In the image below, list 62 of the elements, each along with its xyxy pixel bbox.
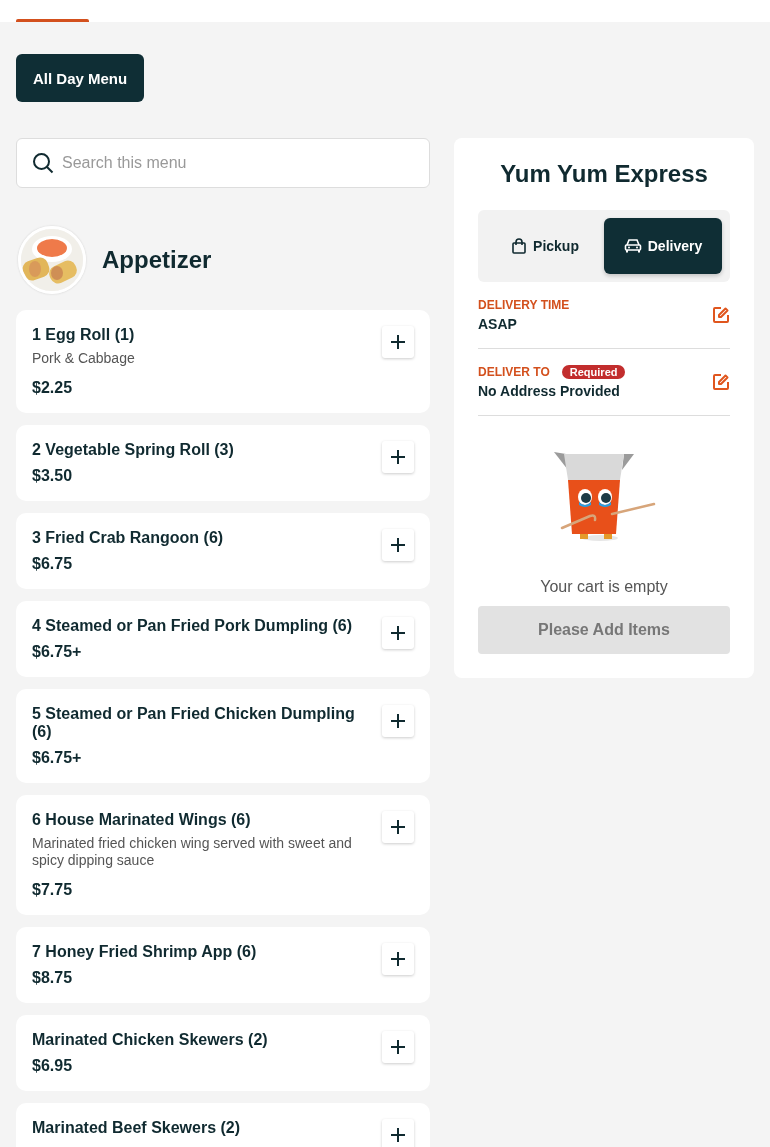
plus-icon <box>390 951 406 967</box>
add-button[interactable] <box>382 326 414 358</box>
order-mode-tab[interactable]: Pickup <box>486 218 604 274</box>
plus-icon <box>390 625 406 641</box>
menu-item-card[interactable]: 1 Egg Roll (1) Pork & Cabbage $2.25 <box>16 310 430 413</box>
item-price: $7.75 <box>32 881 74 899</box>
item-price: $6.75+ <box>32 643 83 661</box>
required-badge: Required <box>561 365 626 379</box>
item-name: 5 Steamed or Pan Fried Chicken Dumpling (6) <box>32 705 356 741</box>
item-price: $2.25 <box>32 379 74 397</box>
menu-item-card[interactable]: 6 House Marinated Wings (6) Marinated fried chicken wing served with sweet and spicy dipping sauce $7.75 <box>16 795 430 915</box>
plus-icon <box>390 537 406 553</box>
plus-icon <box>390 713 406 729</box>
item-name: Marinated Chicken Skewers (2) <box>32 1031 268 1049</box>
detail-label: DELIVERY TIME <box>478 298 570 312</box>
menu-item-card[interactable]: 7 Honey Fried Shrimp App (6) $8.75 <box>16 927 430 1003</box>
add-button[interactable] <box>382 1119 414 1147</box>
bag-icon <box>511 238 528 254</box>
item-name: 7 Honey Fried Shrimp App (6) <box>32 943 257 961</box>
search-field[interactable]: Search this menu <box>16 138 430 188</box>
item-price: $6.75+ <box>32 749 83 767</box>
menu-button[interactable]: All Day Menu <box>16 54 145 102</box>
plus-icon <box>390 1039 406 1055</box>
item-name: 4 Steamed or Pan Fried Pork Dumpling (6) <box>32 617 353 635</box>
add-button[interactable] <box>382 811 414 843</box>
detail-value: No Address Provided <box>478 383 621 399</box>
empty-cart-message: Your cart is empty <box>539 578 669 596</box>
restaurant-name: Yum Yum Express <box>499 160 709 188</box>
item-price: $8.75 <box>32 969 74 987</box>
item-name: 2 Vegetable Spring Roll (3) <box>32 441 234 459</box>
plus-icon <box>390 819 406 835</box>
edit-icon[interactable] <box>712 373 730 391</box>
menu-item-card[interactable]: 5 Steamed or Pan Fried Chicken Dumpling (6) $6.75+ <box>16 689 430 783</box>
add-button[interactable] <box>382 529 414 561</box>
item-name: Marinated Beef Skewers (2) <box>32 1119 241 1137</box>
car-icon <box>623 238 642 254</box>
add-button[interactable] <box>382 617 414 649</box>
plus-icon <box>390 1127 406 1143</box>
item-name: 3 Fried Crab Rangoon (6) <box>32 529 224 547</box>
item-price: $3.50 <box>32 467 74 485</box>
item-name: 6 House Marinated Wings (6) <box>32 811 252 829</box>
menu-item-card[interactable]: Marinated Chicken Skewers (2) $6.95 <box>16 1015 430 1091</box>
item-name: 1 Egg Roll (1) <box>32 326 135 344</box>
menu-item-card[interactable]: 3 Fried Crab Rangoon (6) $6.75 <box>16 513 430 589</box>
plus-icon <box>390 334 406 350</box>
detail-value: ASAP <box>478 316 518 332</box>
plus-icon <box>390 449 406 465</box>
edit-icon[interactable] <box>712 306 730 324</box>
detail-label: DELIVER TO <box>478 365 550 379</box>
add-button[interactable] <box>382 943 414 975</box>
category-title: Appetizer <box>102 246 212 274</box>
item-description: Marinated fried chicken wing served with sweet and spicy dipping sauce <box>32 835 353 869</box>
item-price: $6.75 <box>32 555 74 573</box>
order-mode-tab[interactable]: Delivery <box>604 218 722 274</box>
menu-item-card[interactable]: 2 Vegetable Spring Roll (3) $3.50 <box>16 425 430 501</box>
menu-item-card[interactable]: Marinated Beef Skewers (2) <box>16 1103 430 1147</box>
add-button[interactable] <box>382 1031 414 1063</box>
menu-item-card[interactable]: 4 Steamed or Pan Fried Pork Dumpling (6) $6.75+ <box>16 601 430 677</box>
add-button[interactable] <box>382 705 414 737</box>
item-price: $6.95 <box>32 1057 74 1075</box>
item-description: Pork & Cabbage <box>32 350 135 367</box>
add-button[interactable] <box>382 441 414 473</box>
